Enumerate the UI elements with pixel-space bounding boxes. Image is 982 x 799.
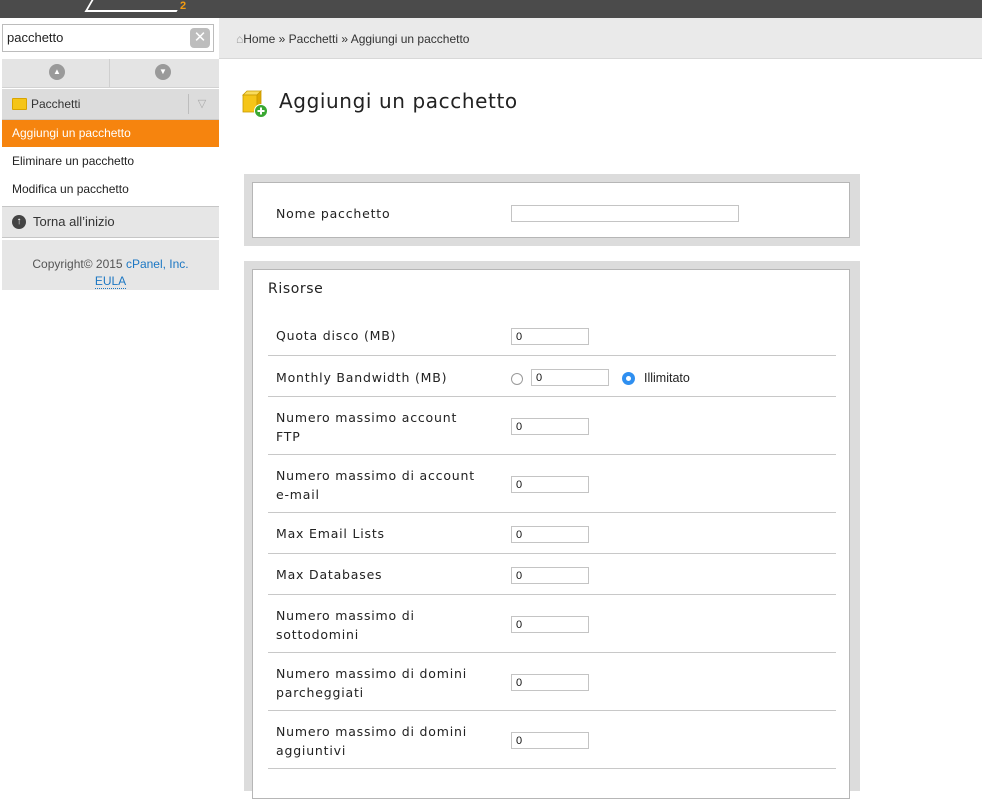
subdomains-label-line2: sottodomini (276, 627, 360, 642)
breadcrumb-pacchetti[interactable]: Pacchetti (289, 32, 338, 46)
breadcrumb-separator: » (278, 32, 286, 46)
resources-title: Risorse (268, 281, 324, 297)
search-input[interactable] (7, 30, 177, 45)
disk-quota-field[interactable] (511, 328, 589, 345)
parked-label-line1: Numero massimo di domini (276, 666, 467, 681)
ftp-accounts-field[interactable] (511, 418, 589, 435)
email-lists-label: Max Email Lists (276, 526, 385, 541)
subdomains-label-line1: Numero massimo di (276, 608, 415, 623)
sidebar-item-modifica[interactable]: Modifica un pacchetto (2, 176, 219, 203)
disk-quota-label: Quota disco (MB) (276, 328, 397, 343)
breadcrumb-home[interactable]: Home (243, 32, 275, 46)
logo-version: 2 (180, 0, 187, 12)
logo (84, 0, 184, 12)
databases-field[interactable] (511, 567, 589, 584)
bandwidth-limited-radio[interactable] (511, 373, 523, 385)
addon-label-line2: aggiuntivi (276, 743, 347, 758)
sidebar-item-eliminare[interactable]: Eliminare un pacchetto (2, 148, 219, 175)
resources-panel-inner: Risorse Quota disco (MB) Monthly Bandwid… (252, 269, 850, 799)
bandwidth-unlimited-label: Illimitato (644, 371, 690, 385)
email-accounts-field[interactable] (511, 476, 589, 493)
row-divider (268, 553, 836, 554)
arrow-up-circle-icon: ↑ (12, 215, 26, 229)
email-lists-field[interactable] (511, 526, 589, 543)
bandwidth-unlimited-radio[interactable] (622, 372, 635, 385)
databases-label: Max Databases (276, 567, 383, 582)
bandwidth-field[interactable] (531, 369, 609, 386)
sidebar-group-label: Pacchetti (31, 97, 81, 111)
breadcrumb: ⌂Home » Pacchetti » Aggiungi un pacchett… (219, 18, 982, 59)
search-box: ✕ (2, 24, 214, 52)
arrow-down-icon[interactable]: ▼ (155, 64, 171, 80)
row-divider (268, 768, 836, 769)
breadcrumb-separator: » (341, 32, 349, 46)
email-label-line1: Numero massimo di account (276, 468, 475, 483)
row-divider (268, 512, 836, 513)
row-divider (268, 396, 836, 397)
subdomains-field[interactable] (511, 616, 589, 633)
close-icon[interactable]: ✕ (190, 28, 210, 48)
back-to-top-label: Torna all’inizio (33, 214, 115, 229)
copyright-text: Copyright© 2015 (32, 257, 123, 271)
package-name-label: Nome pacchetto (276, 206, 391, 221)
addon-domains-field[interactable] (511, 732, 589, 749)
cpanel-link[interactable]: cPanel, Inc. (126, 257, 189, 271)
ftp-label-line2: FTP (276, 429, 301, 444)
eula-link[interactable]: EULA (94, 274, 127, 289)
copyright: Copyright© 2015 cPanel, Inc. EULA (2, 240, 219, 290)
package-name-field[interactable] (511, 205, 739, 222)
bandwidth-label: Monthly Bandwidth (MB) (276, 370, 448, 385)
sidebar-nav-arrows: ▲ ▼ (2, 59, 219, 88)
folder-icon (12, 98, 27, 110)
back-to-top[interactable]: ↑ Torna all’inizio (2, 206, 219, 238)
row-divider (268, 710, 836, 711)
ftp-label-line1: Numero massimo account (276, 410, 458, 425)
sidebar-item-aggiungi[interactable]: Aggiungi un pacchetto (2, 120, 219, 147)
resources-panel: Risorse Quota disco (MB) Monthly Bandwid… (244, 261, 860, 799)
breadcrumb-current: Aggiungi un pacchetto (350, 32, 470, 46)
email-label-line2: e-mail (276, 487, 320, 502)
parked-domains-field[interactable] (511, 674, 589, 691)
sidebar-group-pacchetti[interactable]: Pacchetti ▽ (2, 89, 219, 120)
chevron-down-icon[interactable]: ▽ (188, 94, 215, 114)
arrow-up-icon[interactable]: ▲ (49, 64, 65, 80)
row-divider (268, 454, 836, 455)
page-title: Aggiungi un pacchetto (279, 89, 518, 113)
parked-label-line2: parcheggiati (276, 685, 364, 700)
row-divider (268, 594, 836, 595)
top-bar: 2 (0, 0, 982, 18)
addon-label-line1: Numero massimo di domini (276, 724, 467, 739)
add-package-icon (242, 90, 268, 118)
package-name-panel-inner: Nome pacchetto (252, 182, 850, 238)
package-name-panel: Nome pacchetto (244, 174, 860, 246)
row-divider (268, 355, 836, 356)
row-divider (268, 652, 836, 653)
divider (109, 59, 110, 87)
